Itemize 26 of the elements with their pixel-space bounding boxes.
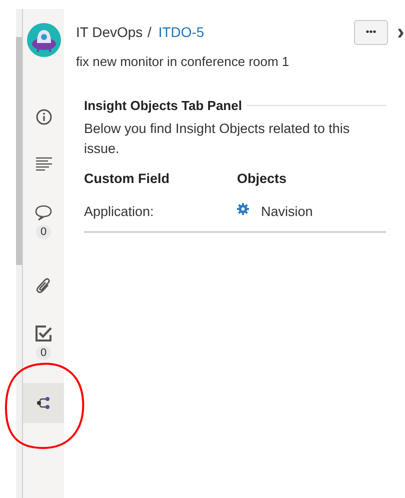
project-avatar-icon: [26, 23, 60, 57]
scrollbar-thumb[interactable]: [16, 37, 22, 265]
count-badge: 0: [36, 225, 51, 239]
issue-summary: fix new monitor in conference room 1: [76, 54, 290, 69]
paperclip-icon: [36, 277, 52, 295]
close-button[interactable]: ›: [397, 22, 405, 42]
comment-icon: [35, 205, 52, 221]
issue-key-link[interactable]: ITDO-5: [158, 24, 204, 40]
gear-icon: [237, 202, 249, 214]
table-cell-text: Application:: [84, 204, 155, 219]
panel-title: Insight Objects Tab Panel: [84, 98, 242, 113]
project-link[interactable]: IT DevOps: [76, 24, 143, 40]
breadcrumb-separator: /: [148, 24, 152, 40]
checkbox-icon: [35, 325, 52, 342]
more-actions-button[interactable]: •••: [354, 20, 388, 44]
object-link[interactable]: Navision: [261, 204, 313, 219]
sidebar-tab[interactable]: [23, 383, 64, 423]
info-icon: [36, 109, 52, 125]
text-lines-icon: [36, 157, 52, 171]
sidebar-tab[interactable]: 0: [23, 203, 64, 275]
count-badge: 0: [36, 346, 51, 360]
branch-icon: [36, 396, 50, 410]
sidebar-tab[interactable]: 0: [23, 323, 64, 383]
column-header: Objects: [237, 171, 288, 186]
column-header: Custom Field: [84, 171, 171, 186]
panel-description: Below you find Insight Objects related to this issue.: [84, 120, 351, 158]
